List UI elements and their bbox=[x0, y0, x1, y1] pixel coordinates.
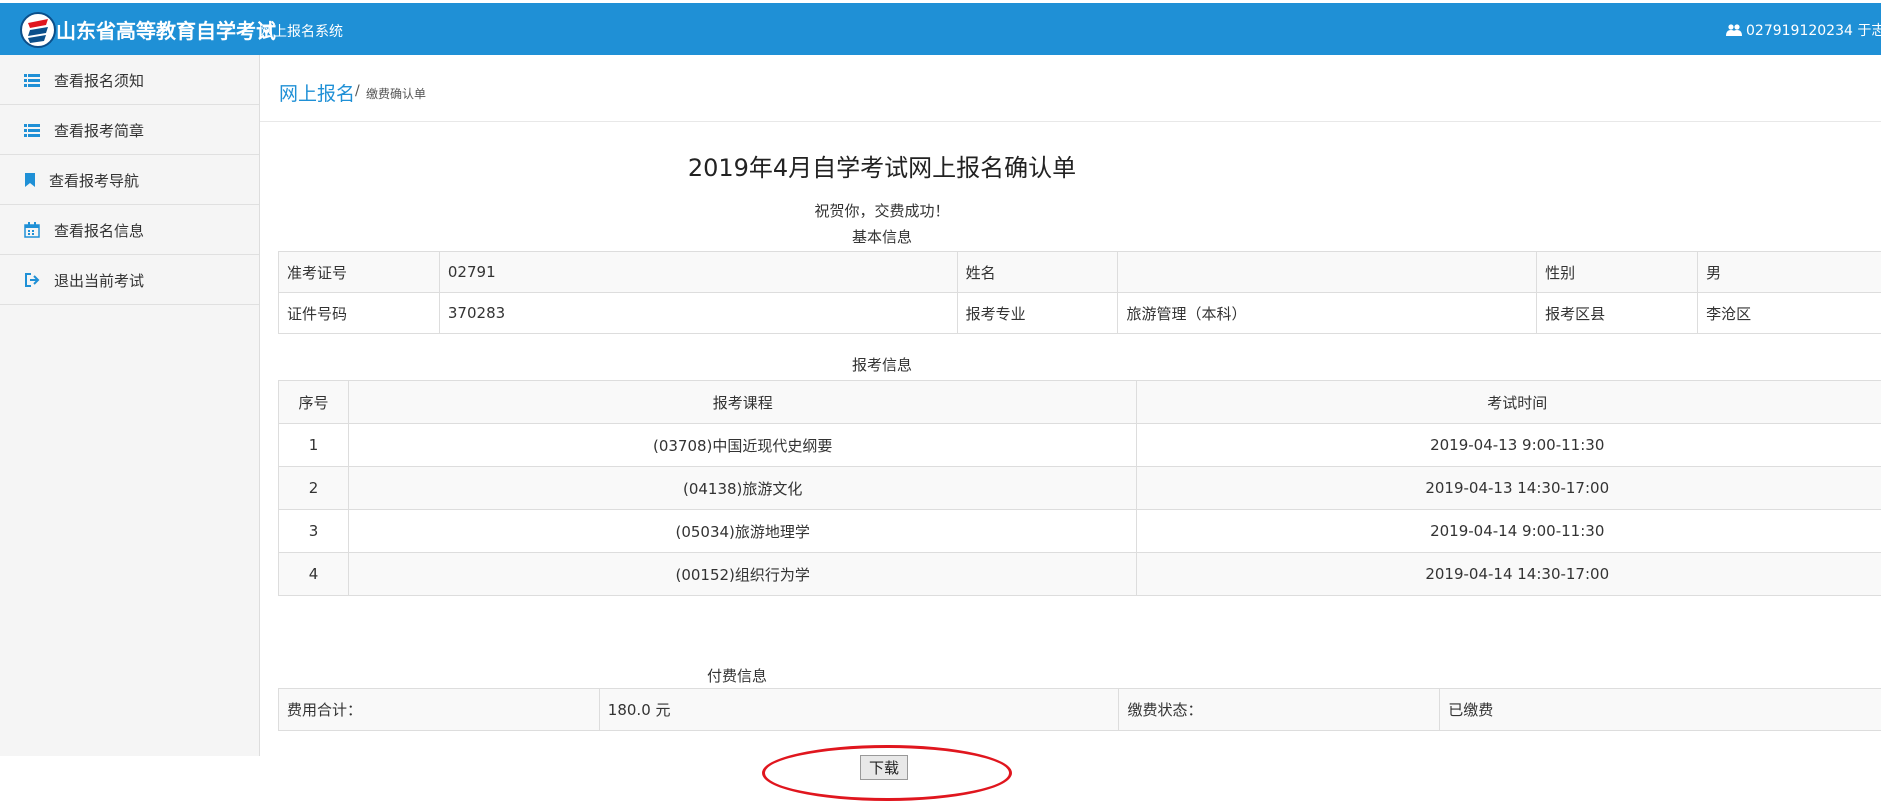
logo-icon bbox=[19, 11, 57, 49]
label-cell: 性别 bbox=[1537, 252, 1698, 293]
fee-total-label: 费用合计： bbox=[279, 689, 600, 731]
user-name: 027919120234 于志勇 bbox=[1746, 23, 1881, 39]
page-title: 2019年4月自学考试网上报名确认单 bbox=[260, 148, 1504, 183]
label-cell: 姓名 bbox=[957, 252, 1118, 293]
table-row: 1 (03708)中国近现代史纲要 2019-04-13 9:00-11:30 bbox=[279, 424, 1881, 467]
label-cell: 报考区县 bbox=[1537, 293, 1698, 334]
sidebar-item-label: 查看报考简章 bbox=[54, 120, 144, 141]
main-content: 网上报名 / 缴费确认单 2019年4月自学考试网上报名确认单 祝贺你，交费成功… bbox=[260, 55, 1881, 756]
basic-info-table: 准考证号 02791 姓名 性别 男 证件号码 370283 报考专业 旅游管理… bbox=[278, 251, 1881, 334]
column-header: 考试时间 bbox=[1137, 381, 1881, 424]
course-index: 3 bbox=[279, 510, 349, 553]
value-cell bbox=[1118, 252, 1537, 293]
bookmark-icon bbox=[22, 172, 38, 188]
sidebar-item-navigation[interactable]: 查看报考导航 bbox=[0, 155, 259, 205]
table-row: 费用合计： 180.0 元 缴费状态： 已缴费 bbox=[279, 689, 1881, 731]
course-name: (04138)旅游文化 bbox=[348, 467, 1137, 510]
top-header: 山东省高等教育自学考试 网上报名系统 027919120234 于志勇 bbox=[0, 3, 1881, 55]
exam-time: 2019-04-13 9:00-11:30 bbox=[1137, 424, 1881, 467]
exam-time: 2019-04-14 9:00-11:30 bbox=[1137, 510, 1881, 553]
congrats-message: 祝贺你，交费成功！ bbox=[260, 200, 1504, 221]
download-button[interactable]: 下载 bbox=[860, 755, 908, 780]
exam-time: 2019-04-14 14:30-17:00 bbox=[1137, 553, 1881, 596]
course-index: 2 bbox=[279, 467, 349, 510]
sidebar-item-label: 退出当前考试 bbox=[54, 270, 144, 291]
sidebar-item-brochure[interactable]: 查看报考简章 bbox=[0, 105, 259, 155]
label-cell: 准考证号 bbox=[279, 252, 440, 293]
table-row: 证件号码 370283 报考专业 旅游管理（本科） 报考区县 李沧区 bbox=[279, 293, 1881, 334]
sidebar-item-exit-exam[interactable]: 退出当前考试 bbox=[0, 255, 259, 305]
label-cell: 报考专业 bbox=[957, 293, 1118, 334]
column-header: 报考课程 bbox=[348, 381, 1137, 424]
users-icon bbox=[1726, 23, 1742, 37]
sidebar-item-registration-info[interactable]: 查看报名信息 bbox=[0, 205, 259, 255]
course-table: 序号 报考课程 考试时间 1 (03708)中国近现代史纲要 2019-04-1… bbox=[278, 380, 1881, 596]
calendar-icon bbox=[24, 222, 40, 238]
value-cell: 李沧区 bbox=[1698, 293, 1881, 334]
table-header-row: 序号 报考课程 考试时间 bbox=[279, 381, 1881, 424]
course-name: (03708)中国近现代史纲要 bbox=[348, 424, 1137, 467]
sidebar-item-label: 查看报名信息 bbox=[54, 220, 144, 241]
app-title: 山东省高等教育自学考试 bbox=[56, 15, 276, 44]
table-row: 准考证号 02791 姓名 性别 男 bbox=[279, 252, 1881, 293]
course-name: (05034)旅游地理学 bbox=[348, 510, 1137, 553]
sidebar-item-label: 查看报名须知 bbox=[54, 70, 144, 91]
breadcrumb-separator: / bbox=[355, 83, 360, 99]
course-index: 4 bbox=[279, 553, 349, 596]
fee-total-value: 180.0 元 bbox=[599, 689, 1119, 731]
table-row: 4 (00152)组织行为学 2019-04-14 14:30-17:00 bbox=[279, 553, 1881, 596]
user-menu[interactable]: 027919120234 于志勇 bbox=[1726, 20, 1881, 40]
basic-info-title: 基本信息 bbox=[260, 226, 1504, 247]
exam-time: 2019-04-13 14:30-17:00 bbox=[1137, 467, 1881, 510]
sidebar-item-label: 查看报考导航 bbox=[49, 170, 139, 191]
breadcrumb-current: 缴费确认单 bbox=[366, 85, 426, 102]
sign-out-icon bbox=[24, 272, 40, 288]
value-cell: 男 bbox=[1698, 252, 1881, 293]
course-info-title: 报考信息 bbox=[260, 354, 1504, 375]
label-cell: 证件号码 bbox=[279, 293, 440, 334]
course-index: 1 bbox=[279, 424, 349, 467]
value-cell: 02791 bbox=[439, 252, 957, 293]
column-header: 序号 bbox=[279, 381, 349, 424]
breadcrumb: 网上报名 / 缴费确认单 bbox=[260, 55, 1881, 122]
sidebar: 查看报名须知 查看报考简章 查看报考导航 查看报名信息 退出当前考试 bbox=[0, 55, 260, 756]
payment-status-label: 缴费状态： bbox=[1119, 689, 1440, 731]
payment-table: 费用合计： 180.0 元 缴费状态： 已缴费 bbox=[278, 688, 1881, 731]
value-cell: 旅游管理（本科） bbox=[1118, 293, 1537, 334]
sidebar-item-notice[interactable]: 查看报名须知 bbox=[0, 55, 259, 105]
payment-info-title: 付费信息 bbox=[614, 665, 860, 686]
course-name: (00152)组织行为学 bbox=[348, 553, 1137, 596]
list-icon bbox=[24, 122, 40, 138]
value-cell: 370283 bbox=[439, 293, 957, 334]
table-row: 2 (04138)旅游文化 2019-04-13 14:30-17:00 bbox=[279, 467, 1881, 510]
table-row: 3 (05034)旅游地理学 2019-04-14 9:00-11:30 bbox=[279, 510, 1881, 553]
breadcrumb-link[interactable]: 网上报名 bbox=[279, 79, 355, 106]
app-subtitle: 网上报名系统 bbox=[259, 21, 343, 41]
payment-status-value: 已缴费 bbox=[1440, 689, 1881, 731]
list-icon bbox=[24, 72, 40, 88]
